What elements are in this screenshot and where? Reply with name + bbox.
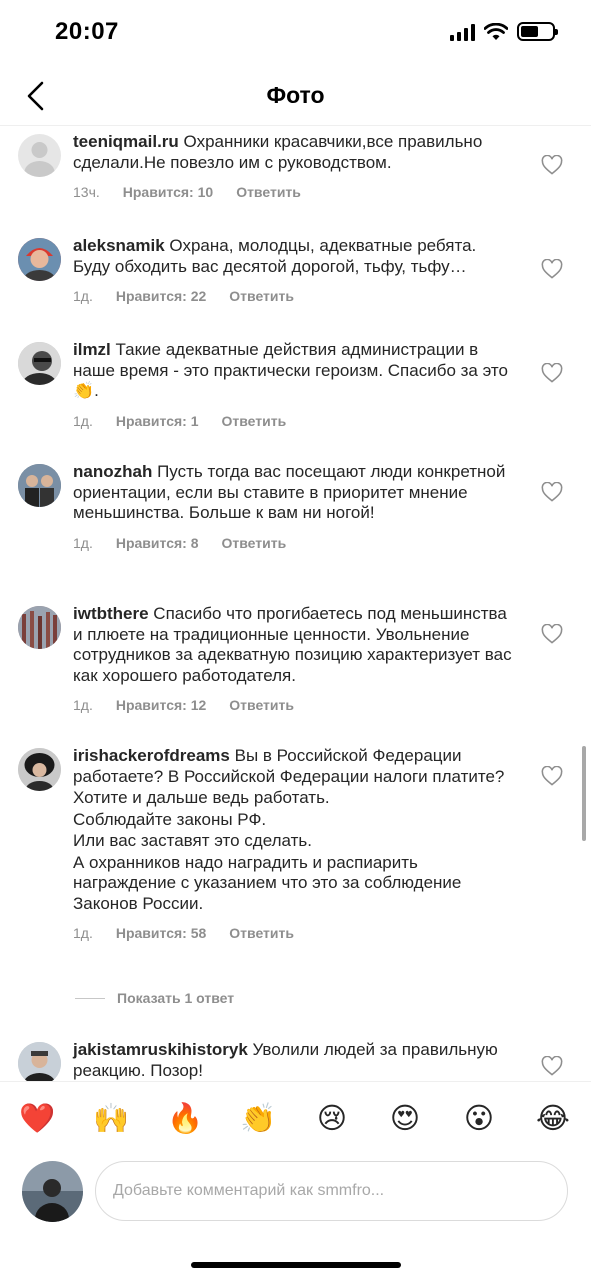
heart-icon[interactable]	[541, 155, 563, 175]
reply-button[interactable]: Ответить	[229, 286, 294, 307]
avatar[interactable]	[18, 606, 61, 649]
comment-username[interactable]: irishackerofdreams	[73, 746, 230, 765]
avatar[interactable]	[22, 1161, 83, 1222]
comment-paragraph: Хотите и дальше ведь работать.	[73, 788, 330, 807]
comment-username[interactable]: teeniqmail.ru	[73, 132, 179, 151]
cellular-signal-icon	[450, 23, 475, 41]
avatar[interactable]	[18, 342, 61, 385]
comment-username[interactable]: iwtbthere	[73, 604, 149, 623]
comment-meta: 13ч. Нравится: 10 Ответить	[73, 182, 513, 203]
heart-icon[interactable]	[541, 766, 563, 786]
comment-meta: 1д. Нравится: 12 Ответить	[73, 695, 513, 716]
likes-count[interactable]: Нравится: 12	[116, 695, 206, 716]
comment-time: 13ч.	[73, 184, 100, 200]
likes-count[interactable]: Нравится: 8	[116, 533, 199, 554]
reply-button[interactable]: Ответить	[229, 923, 294, 944]
reply-button[interactable]: Ответить	[222, 533, 287, 554]
emoji-heart-eyes-button[interactable]: 😍	[387, 1100, 423, 1136]
comment-username[interactable]: nanozhah	[73, 462, 152, 481]
comment-meta: 1д. Нравится: 1 Ответить	[73, 411, 513, 432]
comment-time: 1д.	[73, 925, 93, 941]
emoji-surprised-button[interactable]: 😮	[461, 1100, 497, 1136]
comment-username[interactable]: jakistamruskihistoryk	[73, 1040, 248, 1059]
avatar[interactable]	[18, 748, 61, 791]
status-icons	[450, 22, 558, 41]
show-replies-button[interactable]: Показать 1 ответ	[75, 990, 234, 1006]
heart-icon[interactable]	[541, 363, 563, 383]
avatar[interactable]	[18, 464, 61, 507]
home-indicator	[191, 1262, 401, 1268]
avatar[interactable]	[18, 238, 61, 281]
reply-button[interactable]: Ответить	[229, 695, 294, 716]
comment-username[interactable]: ilmzl	[73, 340, 111, 359]
comment-meta: 1д. Нравится: 8 Ответить	[73, 533, 513, 554]
emoji-reaction-bar: ❤️ 🙌 🔥 👏 😢 😍 😮 😂	[0, 1081, 591, 1155]
nav-bar: Фото	[0, 68, 591, 126]
battery-icon	[517, 22, 558, 41]
emoji-crying-button[interactable]: 😢	[314, 1100, 350, 1136]
comment-paragraph: Соблюдайте законы РФ.	[73, 809, 267, 829]
comment-meta: 1д. Нравится: 58 Ответить	[73, 923, 513, 944]
status-bar: 20:07	[0, 0, 591, 68]
heart-icon[interactable]	[541, 1056, 563, 1076]
comment-time: 1д.	[73, 697, 93, 713]
heart-icon[interactable]	[541, 482, 563, 502]
emoji-clap-button[interactable]: 👏	[240, 1100, 276, 1136]
comment-time: 1д.	[73, 288, 93, 304]
comment-time: 1д.	[73, 412, 93, 429]
divider	[75, 997, 105, 999]
wifi-icon	[484, 22, 508, 40]
comment-time: 1д.	[73, 534, 93, 551]
show-replies-label: Показать 1 ответ	[117, 990, 235, 1006]
comment-paragraph: Или вас заставят это сделать.	[73, 831, 312, 850]
status-time: 20:07	[55, 18, 119, 45]
reply-button[interactable]: Ответить	[236, 182, 301, 203]
comment-username[interactable]: aleksnamik	[73, 236, 165, 255]
emoji-heart-button[interactable]: ❤️	[19, 1100, 55, 1136]
reply-button[interactable]: Ответить	[222, 411, 287, 432]
avatar[interactable]	[18, 1042, 61, 1081]
emoji-fire-button[interactable]: 🔥	[167, 1100, 203, 1136]
comment-composer	[0, 1155, 591, 1235]
emoji-laughing-button[interactable]: 😂	[535, 1100, 571, 1136]
likes-count[interactable]: Нравится: 10	[123, 182, 213, 203]
comment-paragraph: А охранников надо наградить и распиарить…	[73, 852, 462, 913]
likes-count[interactable]: Нравится: 1	[116, 411, 199, 432]
comment-meta: 1д. Нравится: 22 Ответить	[73, 286, 513, 307]
comment-text: Такие адекватные действия администрации …	[73, 340, 508, 400]
avatar[interactable]	[18, 134, 61, 177]
heart-icon[interactable]	[541, 259, 563, 279]
scrollbar[interactable]	[582, 746, 586, 841]
page-title: Фото	[266, 82, 325, 108]
likes-count[interactable]: Нравится: 22	[116, 286, 206, 307]
heart-icon[interactable]	[541, 624, 563, 644]
emoji-raised-hands-button[interactable]: 🙌	[93, 1100, 129, 1136]
comment-input[interactable]	[95, 1161, 568, 1221]
likes-count[interactable]: Нравится: 58	[116, 923, 206, 944]
comments-list[interactable]: teeniqmail.ru Охранники красавчики,все п…	[0, 126, 591, 1081]
